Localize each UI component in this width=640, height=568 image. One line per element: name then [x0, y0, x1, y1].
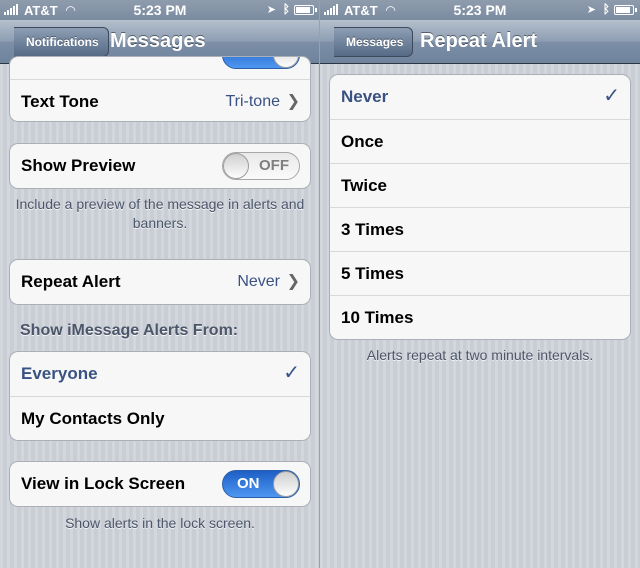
text-tone-label: Text Tone: [21, 92, 99, 111]
toggle-knob: [223, 153, 249, 179]
option-label: Twice: [341, 176, 387, 195]
lock-screen-footnote: Show alerts in the lock screen.: [65, 515, 255, 531]
option-label: My Contacts Only: [21, 409, 165, 428]
option-label: Everyone: [21, 364, 98, 383]
option-label: Never: [341, 87, 389, 106]
chevron-right-icon: ❯: [286, 273, 300, 290]
back-button-notifications[interactable]: Notifications: [14, 27, 109, 57]
bluetooth-icon: ᛒ: [602, 2, 610, 16]
battery-icon: [614, 5, 637, 15]
toggle-state-label: ON: [237, 475, 260, 492]
battery-icon: [294, 5, 317, 15]
location-icon: ➤: [586, 4, 596, 16]
option-label: 10 Times: [341, 308, 414, 327]
lock-screen-row: View in Lock Screen ON: [10, 462, 310, 506]
repeat-options-group: Never ✓ Once Twice 3 Times 5 Times 10 Ti…: [329, 74, 631, 340]
option-3-times[interactable]: 3 Times: [330, 207, 630, 251]
lock-screen-group: View in Lock Screen ON: [9, 461, 311, 507]
option-5-times[interactable]: 5 Times: [330, 251, 630, 295]
preview-footnote: Include a preview of the message in aler…: [15, 196, 305, 231]
option-label: Once: [341, 132, 384, 151]
text-tone-value: Tri-tone: [225, 93, 280, 110]
back-button-messages[interactable]: Messages: [334, 27, 414, 57]
option-label: 3 Times: [341, 220, 405, 239]
checkmark-icon: ✓: [283, 362, 300, 384]
show-preview-group: Show Preview OFF: [9, 143, 311, 189]
option-10-times[interactable]: 10 Times: [330, 295, 630, 339]
repeat-footnote: Alerts repeat at two minute intervals.: [366, 347, 594, 363]
toggle-knob: [273, 471, 299, 497]
repeat-alert-screen: AT&T ◠ 5:23 PM ➤ ᛒ Messages Repeat Alert…: [320, 0, 640, 568]
option-my-contacts-only[interactable]: My Contacts Only: [10, 396, 310, 440]
option-never[interactable]: Never ✓: [330, 75, 630, 119]
show-preview-toggle[interactable]: OFF: [222, 152, 300, 180]
repeat-alert-row[interactable]: Repeat Alert Never ❯: [10, 260, 310, 304]
option-everyone[interactable]: Everyone ✓: [10, 352, 310, 396]
option-label: 5 Times: [341, 264, 405, 283]
partial-toggle-switch[interactable]: [222, 57, 300, 69]
nav-bar: Messages Repeat Alert: [320, 20, 640, 64]
repeat-alert-group: Repeat Alert Never ❯: [9, 259, 311, 305]
lock-screen-label: View in Lock Screen: [21, 474, 186, 493]
imessage-alerts-group: Everyone ✓ My Contacts Only: [9, 351, 311, 441]
show-preview-row: Show Preview OFF: [10, 144, 310, 188]
chevron-right-icon: ❯: [286, 93, 300, 110]
checkmark-icon: ✓: [603, 85, 620, 107]
messages-settings-screen: AT&T ◠ 5:23 PM ➤ ᛒ Notifications Message…: [0, 0, 320, 568]
status-bar: AT&T ◠ 5:23 PM ➤ ᛒ: [320, 0, 640, 20]
location-icon: ➤: [266, 4, 276, 16]
toggle-state-label: OFF: [259, 157, 289, 174]
status-bar: AT&T ◠ 5:23 PM ➤ ᛒ: [0, 0, 320, 20]
show-preview-label: Show Preview: [21, 156, 136, 175]
sounds-group: Text Tone Tri-tone ❯: [9, 56, 311, 122]
page-title: Messages: [110, 30, 206, 52]
option-once[interactable]: Once: [330, 119, 630, 163]
imessage-section-header: Show iMessage Alerts From:: [20, 322, 239, 339]
option-twice[interactable]: Twice: [330, 163, 630, 207]
repeat-alert-label: Repeat Alert: [21, 272, 121, 291]
text-tone-row[interactable]: Text Tone Tri-tone ❯: [10, 79, 310, 121]
page-title: Repeat Alert: [420, 30, 538, 52]
lock-screen-toggle[interactable]: ON: [222, 470, 300, 498]
repeat-alert-value: Never: [237, 273, 280, 290]
bluetooth-icon: ᛒ: [282, 2, 290, 16]
